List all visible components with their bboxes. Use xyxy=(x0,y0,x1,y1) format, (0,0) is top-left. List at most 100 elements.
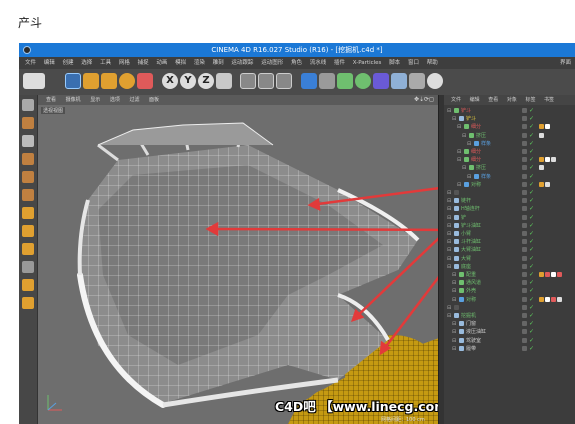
visibility-check-icon[interactable]: ✓ xyxy=(529,337,534,345)
expand-toggle-icon[interactable]: ⊟ xyxy=(452,296,456,304)
expand-toggle-icon[interactable]: ⊟ xyxy=(447,304,451,312)
lock-workplane-icon[interactable] xyxy=(22,261,34,273)
layer-flag-icon[interactable] xyxy=(522,132,527,138)
object-tag-icon[interactable] xyxy=(539,132,544,138)
light-icon[interactable] xyxy=(427,73,443,89)
object-name[interactable]: 履带 xyxy=(466,345,476,353)
layer-flag-icon[interactable] xyxy=(522,149,527,154)
object-row[interactable]: ⊟ 铲斗油缸 ✓ xyxy=(447,222,575,230)
visibility-check-icon[interactable]: ✓ xyxy=(529,123,534,131)
object-name[interactable]: 铲斗 xyxy=(466,115,476,123)
expand-toggle-icon[interactable]: ⊟ xyxy=(467,140,471,148)
visibility-check-icon[interactable]: ✓ xyxy=(529,197,534,205)
menu-window[interactable]: 窗口 xyxy=(408,60,419,66)
object-row[interactable]: ⊟ 细分 ✓ xyxy=(447,156,575,164)
object-tag-icon[interactable] xyxy=(545,296,550,302)
axis-mode-icon[interactable] xyxy=(22,207,34,219)
layer-flag-icon[interactable] xyxy=(522,222,527,228)
layer-flag-icon[interactable] xyxy=(522,198,527,204)
om-menu-file[interactable]: 文件 xyxy=(451,97,461,103)
layer-flag-icon[interactable] xyxy=(522,124,527,130)
viewport-menu-options[interactable]: 选项 xyxy=(110,97,120,103)
rotate-icon[interactable] xyxy=(119,73,135,89)
layer-flag-icon[interactable] xyxy=(522,157,527,163)
cloner-icon[interactable] xyxy=(355,73,371,89)
object-row[interactable]: ⊟ 对称 ✓ xyxy=(447,296,575,304)
menu-animate[interactable]: 动画 xyxy=(156,60,167,66)
object-name[interactable]: 样条 xyxy=(481,140,491,148)
object-row[interactable]: ⊟ 大臂油缸 ✓ xyxy=(447,246,575,254)
viewport-nav-icons[interactable]: ✥⇣⟳◻ xyxy=(414,95,434,105)
menu-snap[interactable]: 捕捉 xyxy=(138,60,149,66)
menu-mograph[interactable]: 运动图形 xyxy=(261,60,283,66)
paint-icon[interactable] xyxy=(22,297,34,309)
object-tag-icon[interactable] xyxy=(551,272,556,277)
visibility-check-icon[interactable]: ✓ xyxy=(529,164,534,172)
object-row[interactable]: ⊟ 挤压 ✓ xyxy=(447,132,575,140)
visibility-check-icon[interactable]: ✓ xyxy=(529,328,534,336)
object-tag-icon[interactable] xyxy=(545,181,550,187)
viewport-menu-view[interactable]: 查看 xyxy=(46,97,56,103)
om-menu-view[interactable]: 查看 xyxy=(488,97,498,103)
visibility-check-icon[interactable]: ✓ xyxy=(529,115,534,123)
object-tag-icon[interactable] xyxy=(551,157,556,163)
layer-flag-icon[interactable] xyxy=(522,345,527,351)
viewport-menu-display[interactable]: 显示 xyxy=(90,97,100,103)
expand-toggle-icon[interactable]: ⊟ xyxy=(447,263,451,271)
layer-flag-icon[interactable] xyxy=(522,140,527,146)
expand-toggle-icon[interactable]: ⊟ xyxy=(447,189,451,197)
menu-sculpt[interactable]: 雕刻 xyxy=(213,60,224,66)
model-mode-icon[interactable] xyxy=(22,99,34,111)
layer-flag-icon[interactable] xyxy=(522,231,527,236)
object-row[interactable]: ⊟ 大臂 ✓ xyxy=(447,255,575,263)
object-tag-icon[interactable] xyxy=(551,296,556,302)
menu-plugins[interactable]: 插件 xyxy=(334,60,345,66)
object-row[interactable]: ⊟ 铲斗 ✓ xyxy=(447,107,575,115)
object-name[interactable]: 底座 xyxy=(461,263,471,271)
object-row[interactable]: ⊟ H轴连杆 ✓ xyxy=(447,205,575,213)
visibility-check-icon[interactable]: ✓ xyxy=(529,230,534,238)
visibility-check-icon[interactable]: ✓ xyxy=(529,238,534,246)
visibility-check-icon[interactable]: ✓ xyxy=(529,345,534,353)
object-row[interactable]: ⊟ 铲 ✓ xyxy=(447,214,575,222)
expand-toggle-icon[interactable]: ⊟ xyxy=(452,287,456,295)
viewport-menu-cameras[interactable]: 摄像机 xyxy=(66,97,81,103)
expand-toggle-icon[interactable]: ⊟ xyxy=(452,328,456,336)
object-name[interactable]: 大臂油缸 xyxy=(461,246,481,254)
layer-flag-icon[interactable] xyxy=(522,329,527,335)
points-mode-icon[interactable] xyxy=(22,153,34,165)
expand-toggle-icon[interactable]: ⊟ xyxy=(452,279,456,287)
edges-mode-icon[interactable] xyxy=(22,171,34,183)
object-row[interactable]: ⊟ 门窗 ✓ xyxy=(447,320,575,328)
object-name[interactable]: 对称 xyxy=(466,296,476,304)
object-tag-icon[interactable] xyxy=(545,272,550,277)
visibility-check-icon[interactable]: ✓ xyxy=(529,287,534,295)
object-row[interactable]: ⊟ 链杆 ✓ xyxy=(447,197,575,205)
object-row[interactable]: ⊟ 挖掘机 ✓ xyxy=(447,312,575,320)
expand-toggle-icon[interactable]: ⊟ xyxy=(447,255,451,263)
layer-flag-icon[interactable] xyxy=(522,296,527,302)
texture-mode-icon[interactable] xyxy=(22,117,34,129)
object-name[interactable]: 小臂 xyxy=(461,230,471,238)
scale-icon[interactable] xyxy=(101,73,117,89)
y-axis-lock-icon[interactable]: Y xyxy=(180,73,196,89)
layer-flag-icon[interactable] xyxy=(522,280,527,286)
expand-toggle-icon[interactable]: ⊟ xyxy=(457,123,461,131)
object-row[interactable]: ⊟ 配重 ✓ xyxy=(447,271,575,279)
menu-file[interactable]: 文件 xyxy=(25,60,36,66)
visibility-check-icon[interactable]: ✓ xyxy=(529,255,534,263)
object-name[interactable]: 通风道 xyxy=(466,279,481,287)
render-settings-icon[interactable] xyxy=(276,73,292,89)
object-name[interactable]: 细分 xyxy=(471,148,481,156)
visibility-check-icon[interactable]: ✓ xyxy=(529,246,534,254)
layer-flag-icon[interactable] xyxy=(522,116,527,122)
z-axis-lock-icon[interactable]: Z xyxy=(198,73,214,89)
object-tag-icon[interactable] xyxy=(557,296,562,302)
menu-pipeline[interactable]: 流水线 xyxy=(310,60,327,66)
object-name[interactable]: 链杆 xyxy=(461,197,471,205)
expand-toggle-icon[interactable]: ⊟ xyxy=(457,156,461,164)
expand-toggle-icon[interactable]: ⊟ xyxy=(447,246,451,254)
layer-flag-icon[interactable] xyxy=(522,206,527,212)
layer-flag-icon[interactable] xyxy=(522,313,527,318)
object-name[interactable]: 门窗 xyxy=(466,320,476,328)
